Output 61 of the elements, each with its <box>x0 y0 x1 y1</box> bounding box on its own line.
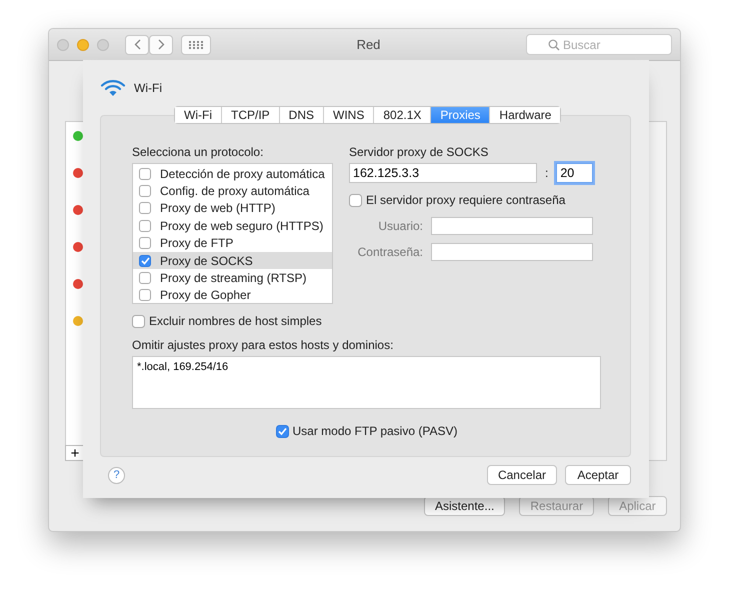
help-button[interactable]: ? <box>108 466 125 484</box>
checkbox-box[interactable] <box>139 237 151 250</box>
exclude-checkbox[interactable]: Excluir nombres de host simples <box>132 312 322 330</box>
protocol-label: Config. de proxy automática <box>160 183 310 200</box>
grid-button[interactable] <box>181 34 211 54</box>
passive-ftp-checkbox[interactable]: Usar modo FTP pasivo (PASV) <box>276 422 458 440</box>
protocol-label: Proxy de FTP <box>160 235 234 252</box>
checkbox-box[interactable] <box>139 254 151 267</box>
checkbox-icon[interactable] <box>276 424 289 438</box>
protocol-item[interactable]: Proxy de streaming (RTSP) <box>133 269 332 287</box>
password-label: Contraseña: <box>356 244 423 261</box>
checkbox-box[interactable] <box>139 289 151 302</box>
protocol-label: Proxy de Gopher <box>160 287 251 304</box>
user-label: Usuario: <box>377 218 423 235</box>
protocol-label: Detección de proxy automática <box>160 166 325 183</box>
grid-icon <box>189 40 203 48</box>
protocol-item[interactable]: Config. de proxy automática <box>133 182 332 200</box>
window-title: Red <box>356 36 382 54</box>
checkbox-box[interactable] <box>139 220 151 232</box>
protocol-label: Proxy de web (HTTP) <box>160 200 276 218</box>
server-field[interactable]: 162.125.3.3 <box>349 163 537 183</box>
search-field[interactable]: Buscar <box>526 34 672 55</box>
checkbox-box[interactable] <box>139 168 151 180</box>
wifi-icon <box>100 79 126 97</box>
dialog-button[interactable]: Aceptar <box>565 465 631 485</box>
checkbox-box[interactable] <box>139 272 151 284</box>
protocol-item[interactable]: Proxy de Gopher <box>133 286 332 304</box>
protocol-item[interactable]: Proxy de web (HTTP) <box>133 200 332 218</box>
back-button[interactable] <box>125 34 149 54</box>
add-button[interactable]: + <box>65 445 85 461</box>
tab[interactable]: Wi-Fi <box>175 107 222 123</box>
zoom-button[interactable] <box>97 38 109 50</box>
server-label: Servidor proxy de SOCKS <box>349 145 490 159</box>
protocol-item[interactable]: Proxy de FTP <box>133 234 332 252</box>
protocol-label: Proxy de web seguro (HTTPS) <box>160 218 324 235</box>
protocol-item[interactable]: Proxy de web seguro (HTTPS) <box>133 217 332 235</box>
checkbox-icon[interactable] <box>349 194 362 206</box>
check-icon <box>140 256 150 265</box>
checkbox-box[interactable] <box>139 185 151 198</box>
checkbox-box[interactable] <box>139 202 151 214</box>
protocol-item[interactable]: Detección de proxy automática <box>133 165 332 182</box>
minimize-button[interactable] <box>77 38 89 50</box>
bypass-label: Omitir ajustes proxy para estos hosts y dominios: <box>132 338 394 352</box>
dialog-button[interactable]: Cancelar <box>486 465 557 485</box>
checkbox-icon[interactable] <box>132 314 145 328</box>
interface-name: Wi-Fi <box>134 80 162 97</box>
forward-icon <box>158 39 164 50</box>
window-button[interactable]: Asistente... <box>424 496 506 516</box>
bypass-field[interactable]: *.local, 169.254/16 <box>132 356 601 409</box>
colon-separator: : <box>545 165 548 182</box>
user-field[interactable] <box>431 217 593 235</box>
protocol-label: Proxy de streaming (RTSP) <box>160 270 306 288</box>
port-field[interactable]: 20 <box>556 163 594 183</box>
back-icon <box>134 39 140 50</box>
password-required-checkbox[interactable]: El servidor proxy requiere contraseña <box>349 191 609 209</box>
forward-button[interactable] <box>149 34 173 54</box>
close-button[interactable] <box>57 38 69 50</box>
protocol-label: Selecciona un protocolo: <box>132 145 264 159</box>
protocol-label: Proxy de SOCKS <box>160 252 253 270</box>
password-field[interactable] <box>431 243 593 261</box>
protocol-item[interactable]: Proxy de SOCKS <box>133 252 332 270</box>
